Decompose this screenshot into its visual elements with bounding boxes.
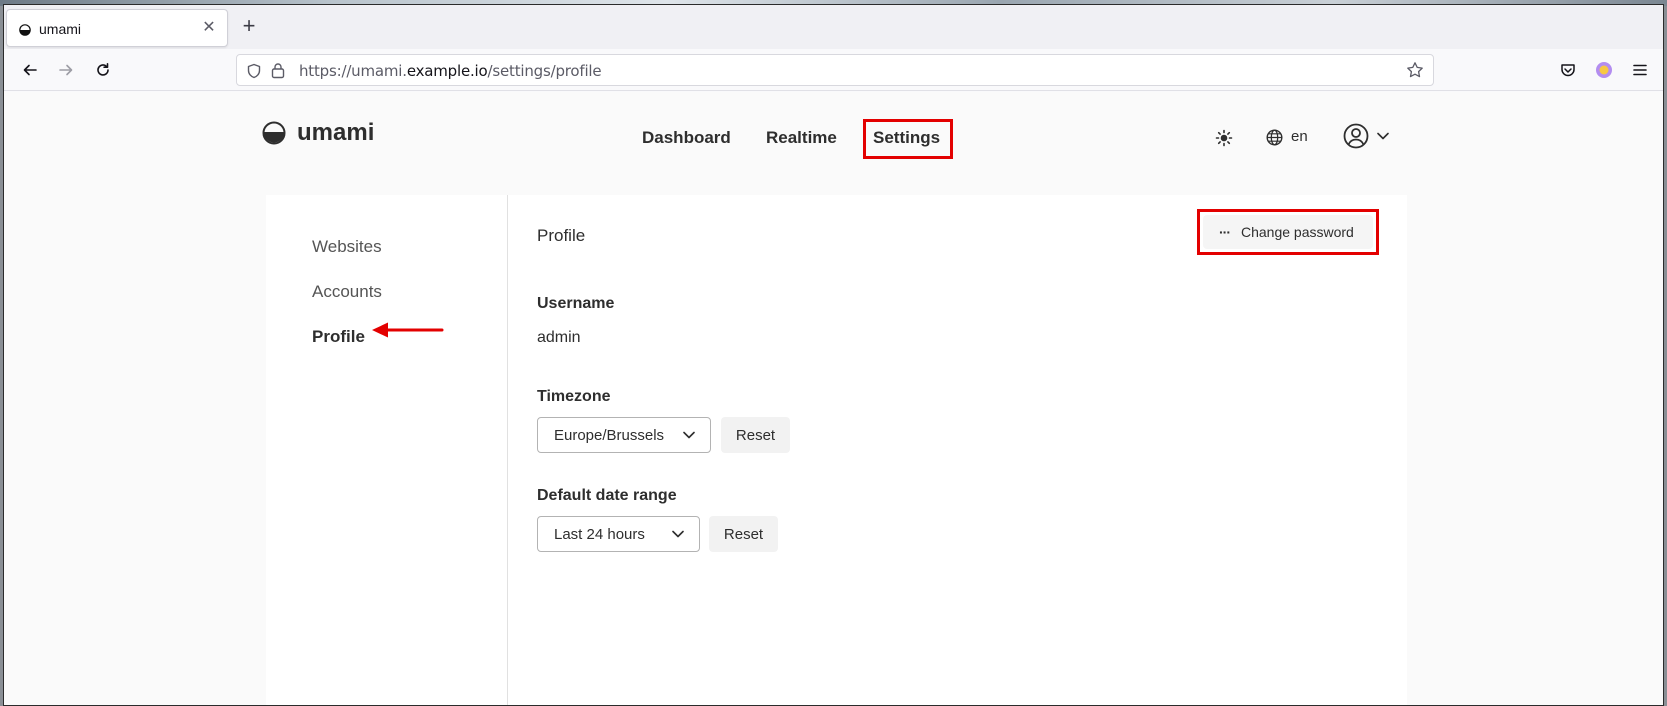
chevron-down-icon xyxy=(672,530,684,538)
settings-highlight-box xyxy=(863,119,953,159)
account-avatar-icon[interactable] xyxy=(1593,59,1615,81)
browser-window: umami ✕ + https://umami.example.io/setti… xyxy=(3,4,1664,706)
date-range-value: Last 24 hours xyxy=(554,525,645,543)
sidebar-item-accounts[interactable]: Accounts xyxy=(312,282,382,302)
bookmark-star-icon[interactable] xyxy=(1406,61,1424,79)
tab-title: umami xyxy=(39,21,82,37)
url-text[interactable]: https://umami.example.io/settings/profil… xyxy=(299,62,602,80)
annotation-arrow-icon xyxy=(372,322,444,338)
shield-icon[interactable] xyxy=(246,63,262,79)
chevron-down-icon[interactable] xyxy=(1377,132,1389,140)
date-range-select[interactable]: Last 24 hours xyxy=(537,516,700,552)
username-value: admin xyxy=(537,329,581,346)
more-dots-icon: ··· xyxy=(1219,224,1231,240)
settings-card xyxy=(266,195,1407,705)
nav-realtime[interactable]: Realtime xyxy=(766,128,837,148)
browser-tab[interactable]: umami ✕ xyxy=(6,9,228,47)
page-title: Profile xyxy=(537,226,586,245)
user-profile-icon[interactable] xyxy=(1343,123,1369,149)
menu-icon[interactable] xyxy=(1629,59,1651,81)
new-tab-icon[interactable]: + xyxy=(240,15,258,37)
change-password-button[interactable]: ··· Change password xyxy=(1203,215,1373,249)
url-bar[interactable]: https://umami.example.io/settings/profil… xyxy=(236,54,1434,86)
tab-strip: umami ✕ + xyxy=(4,5,1663,49)
page-content: umami Dashboard Realtime Settings en Web… xyxy=(4,92,1663,705)
logo-text: umami xyxy=(297,119,375,146)
umami-logo-icon xyxy=(262,121,286,145)
globe-icon[interactable] xyxy=(1266,129,1283,146)
date-range-label: Default date range xyxy=(537,487,677,504)
timezone-select[interactable]: Europe/Brussels xyxy=(537,417,711,453)
date-range-reset-button[interactable]: Reset xyxy=(709,516,778,552)
reload-icon[interactable] xyxy=(92,59,114,81)
language-selector[interactable]: en xyxy=(1291,128,1308,145)
forward-icon[interactable] xyxy=(55,59,77,81)
umami-logo-icon xyxy=(19,24,31,36)
close-tab-icon[interactable]: ✕ xyxy=(200,19,218,37)
sidebar-item-profile[interactable]: Profile xyxy=(312,327,365,347)
lock-icon[interactable] xyxy=(271,62,285,79)
chevron-down-icon xyxy=(683,431,695,439)
timezone-value: Europe/Brussels xyxy=(554,426,665,444)
theme-sun-icon[interactable] xyxy=(1215,129,1233,147)
back-icon[interactable] xyxy=(19,59,41,81)
nav-dashboard[interactable]: Dashboard xyxy=(642,128,731,148)
sidebar-item-websites[interactable]: Websites xyxy=(312,237,382,257)
timezone-reset-button[interactable]: Reset xyxy=(721,417,790,453)
navigation-bar: https://umami.example.io/settings/profil… xyxy=(4,49,1663,91)
timezone-label: Timezone xyxy=(537,388,611,405)
app-logo[interactable]: umami xyxy=(262,119,374,147)
sidebar-divider xyxy=(507,195,508,705)
pocket-icon[interactable] xyxy=(1557,59,1579,81)
change-password-label: Change password xyxy=(1241,224,1354,240)
username-label: Username xyxy=(537,295,615,312)
